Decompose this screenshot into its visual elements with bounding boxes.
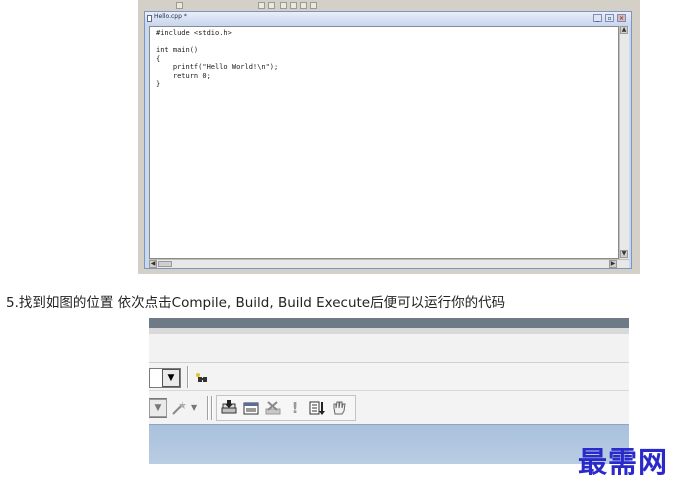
vertical-scrollbar[interactable]: ▲ ▼	[619, 26, 629, 259]
scroll-left-icon[interactable]: ◀	[149, 260, 157, 268]
chevron-down-icon[interactable]: ▼	[149, 399, 167, 417]
document-window: Hello.cpp * _ ▫ × #include <stdio.h> int…	[144, 11, 632, 269]
editor-screenshot: Hello.cpp * _ ▫ × #include <stdio.h> int…	[138, 0, 640, 274]
toolbar-row-1: ▼	[149, 362, 629, 390]
combo-box[interactable]: ▼	[149, 368, 181, 388]
title-band	[149, 318, 629, 328]
toolbar-button[interactable]	[300, 2, 307, 9]
build-icon[interactable]	[241, 398, 261, 418]
execute-icon[interactable]: !	[285, 398, 305, 418]
hand-icon[interactable]	[329, 398, 349, 418]
code-line: printf("Hello World!\n");	[156, 63, 279, 71]
document-icon	[147, 15, 152, 22]
code-line: return 0;	[156, 71, 211, 80]
toolbar-strip	[138, 0, 640, 11]
binoculars-icon[interactable]	[192, 367, 212, 387]
toolbar-button[interactable]	[176, 2, 183, 9]
chevron-down-icon[interactable]: ▼	[191, 403, 197, 412]
restore-icon[interactable]: ▫	[605, 14, 614, 22]
scroll-up-icon[interactable]: ▲	[620, 26, 628, 34]
step-caption: 5.找到如图的位置 依次点击Compile, Build, Build Exec…	[6, 295, 506, 311]
window-bottom-band	[149, 424, 629, 464]
go-icon[interactable]	[307, 398, 327, 418]
menu-band	[149, 328, 629, 334]
code-line: {	[156, 54, 161, 63]
code-editor[interactable]: #include <stdio.h> int main() { printf("…	[149, 26, 619, 259]
scroll-thumb[interactable]	[158, 261, 172, 267]
minimize-icon[interactable]: _	[593, 14, 602, 22]
toolbar-button[interactable]	[280, 2, 287, 9]
wand-icon[interactable]	[169, 398, 189, 418]
scroll-down-icon[interactable]: ▼	[620, 250, 628, 258]
toolbar-button[interactable]	[310, 2, 317, 9]
toolbar-separator	[207, 396, 209, 420]
toolbar-row-2: ▼ ▼ !	[149, 390, 629, 424]
document-tab-title: Hello.cpp *	[154, 13, 187, 20]
toolbar-button[interactable]	[258, 2, 265, 9]
code-line: int main()	[156, 46, 199, 54]
toolbar-button[interactable]	[268, 2, 275, 9]
build-toolbar: !	[216, 395, 356, 421]
document-titlebar: Hello.cpp * _ ▫ ×	[145, 12, 631, 26]
toolbar-separator	[187, 366, 189, 388]
code-line: }	[156, 80, 161, 88]
compile-icon[interactable]	[219, 398, 239, 418]
scroll-right-icon[interactable]: ▶	[609, 260, 617, 268]
chevron-down-icon[interactable]: ▼	[162, 369, 180, 387]
toolbar-separator	[211, 396, 213, 420]
site-watermark: 最需网	[578, 445, 669, 479]
toolbar-button[interactable]	[290, 2, 297, 9]
code-line: #include <stdio.h>	[156, 29, 232, 37]
stop-build-icon[interactable]	[263, 398, 283, 418]
combo-box[interactable]: ▼	[149, 398, 167, 418]
close-icon[interactable]: ×	[617, 14, 626, 22]
horizontal-scrollbar[interactable]: ◀ ▶	[149, 259, 629, 268]
toolbar-screenshot: ▼ ▼ ▼ !	[149, 318, 629, 464]
